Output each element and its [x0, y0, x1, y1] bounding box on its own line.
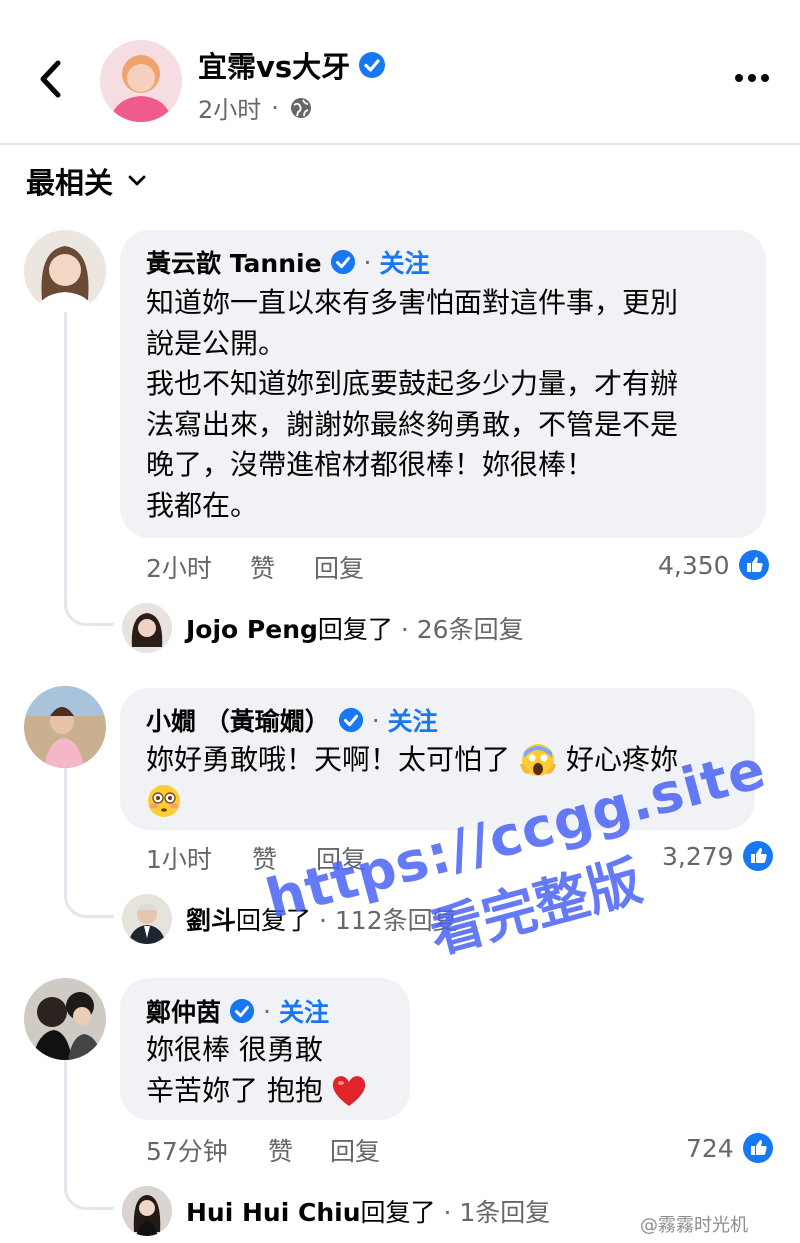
comment-actions: 2小时 赞 回复	[146, 549, 364, 585]
reply-button[interactable]: 回复	[314, 549, 364, 585]
thread-line	[64, 312, 114, 626]
reply-dot: ·	[400, 615, 409, 644]
comment-line-text: 好心疼妳	[566, 743, 679, 776]
comment-line: 說是公開。	[146, 326, 287, 360]
comment-line: 辛苦妳了 抱抱	[146, 1071, 367, 1112]
like-count: 4,350	[658, 550, 730, 580]
post-meta: 2小时 ·	[198, 90, 313, 125]
reply-author: Hui Hui Chiu	[186, 1198, 361, 1227]
reaction-count[interactable]: 4,350	[658, 549, 770, 581]
sort-dropdown[interactable]: 最相关	[26, 160, 147, 202]
like-button[interactable]: 赞	[268, 1132, 330, 1168]
follow-button[interactable]: 关注	[388, 702, 438, 738]
meta-dot: ·	[271, 93, 279, 122]
post-header: 宜霈vs大牙 2小时 ·	[0, 0, 800, 145]
reply-author: 劉斗	[186, 906, 237, 935]
comment-text: 知道妳一直以來有多害怕面對這件事，更別 說是公開。 我也不知道妳到底要鼓起多少力…	[146, 283, 678, 526]
separator-dot: ·	[363, 247, 372, 277]
reply-button[interactable]: 回复	[316, 840, 366, 876]
reply-dot: ·	[318, 906, 327, 935]
comment-text: 妳好勇敢哦！天啊！太可怕了 好心疼妳	[146, 740, 678, 821]
verified-badge-icon	[359, 52, 386, 78]
reply-count: 1条回复	[459, 1198, 551, 1227]
reply-button[interactable]: 回复	[330, 1132, 380, 1168]
like-button[interactable]: 赞	[250, 549, 314, 585]
comment-author[interactable]: 黃云歆 Tannie	[146, 244, 322, 280]
comment-line: 我都在。	[146, 488, 259, 522]
reply-dot: ·	[443, 1198, 452, 1227]
comment-time[interactable]: 2小时	[146, 549, 250, 585]
flushed-face-emoji-icon	[148, 784, 180, 817]
thread-line	[64, 768, 114, 918]
comment-time[interactable]: 1小时	[146, 840, 252, 876]
comment-header: 黃云歆 Tannie · 关注	[146, 244, 430, 280]
globe-icon	[290, 97, 311, 118]
back-button[interactable]	[30, 55, 70, 103]
commenter-avatar[interactable]	[24, 978, 106, 1060]
more-options-button[interactable]	[730, 60, 774, 96]
view-replies-row[interactable]: Jojo Peng回复了 · 26条回复	[122, 603, 524, 653]
reaction-count[interactable]: 724	[686, 1132, 774, 1164]
view-replies-row[interactable]: 劉斗回复了 · 112条回复	[122, 894, 458, 944]
comment-author[interactable]: 鄭仲茵	[146, 993, 221, 1029]
comment-line: 妳很棒 很勇敢	[146, 1033, 323, 1066]
reaction-count[interactable]: 3,279	[662, 840, 774, 872]
view-replies-row[interactable]: Hui Hui Chiu回复了 · 1条回复	[122, 1186, 550, 1236]
page-name: 宜霈vs大牙	[198, 50, 351, 84]
comment-header: 鄭仲茵 · 关注	[146, 993, 329, 1029]
reply-avatar	[122, 894, 172, 944]
like-count: 3,279	[662, 841, 734, 871]
red-heart-icon	[332, 1075, 366, 1106]
comment-line	[146, 781, 678, 821]
separator-dot: ·	[371, 705, 380, 735]
like-reaction-icon	[738, 550, 769, 580]
page-title[interactable]: 宜霈vs大牙	[198, 44, 386, 86]
reply-author: Jojo Peng	[186, 615, 318, 644]
comment-author[interactable]: 小嫺 （黃瑜嫺）	[146, 702, 330, 738]
more-dot-2	[748, 74, 756, 82]
comment-header: 小嫺 （黃瑜嫺） · 关注	[146, 702, 438, 738]
thread-line	[64, 1060, 114, 1210]
verified-badge-icon	[330, 249, 355, 275]
follow-button[interactable]: 关注	[379, 244, 429, 280]
chevron-left-icon	[40, 60, 61, 98]
commenter-avatar[interactable]	[24, 686, 106, 768]
comment-line: 知道妳一直以來有多害怕面對這件事，更別	[146, 286, 679, 319]
like-reaction-icon	[742, 841, 773, 871]
reply-action: 回复了	[236, 906, 312, 935]
separator-dot: ·	[263, 996, 271, 1026]
post-time[interactable]: 2小时	[198, 90, 261, 125]
like-reaction-icon	[742, 1133, 773, 1163]
source-credit: @霧霧时光机	[640, 1215, 748, 1236]
comment-actions: 57分钟 赞 回复	[146, 1132, 380, 1168]
reply-count: 26条回复	[416, 615, 524, 644]
verified-badge-icon	[229, 998, 255, 1024]
screaming-face-emoji-icon	[520, 744, 556, 777]
reply-avatar	[122, 603, 172, 653]
reply-action: 回复了	[360, 1198, 436, 1227]
more-dot-3	[761, 74, 769, 82]
comment-text: 妳很棒 很勇敢 辛苦妳了 抱抱	[146, 1030, 367, 1111]
reply-action: 回复了	[317, 615, 393, 644]
like-count: 724	[686, 1133, 734, 1163]
reply-avatar	[122, 1186, 172, 1236]
comment-line: 我也不知道妳到底要鼓起多少力量，才有辦	[146, 367, 679, 400]
more-dots-icon	[735, 74, 743, 82]
follow-button[interactable]: 关注	[279, 993, 329, 1029]
reply-count: 112条回复	[334, 906, 458, 935]
comment-line: 法寫出來，謝謝妳最終夠勇敢，不管是不是	[146, 407, 679, 441]
verified-badge-icon	[338, 707, 363, 733]
chevron-down-icon	[128, 175, 146, 186]
comment-line: 妳好勇敢哦！天啊！太可怕了 好心疼妳	[146, 740, 678, 781]
comment-line: 晚了，沒帶進棺材都很棒！妳很棒！	[146, 448, 595, 481]
sort-label: 最相关	[26, 166, 114, 200]
comment-line-text: 妳好勇敢哦！天啊！太可怕了	[146, 743, 511, 776]
comment-time[interactable]: 57分钟	[146, 1132, 268, 1168]
page-avatar[interactable]	[100, 40, 182, 122]
like-button[interactable]: 赞	[252, 840, 316, 876]
comment-actions: 1小时 赞 回复	[146, 840, 366, 876]
comment-line-text: 辛苦妳了 抱抱	[146, 1073, 323, 1107]
commenter-avatar[interactable]	[24, 230, 106, 312]
